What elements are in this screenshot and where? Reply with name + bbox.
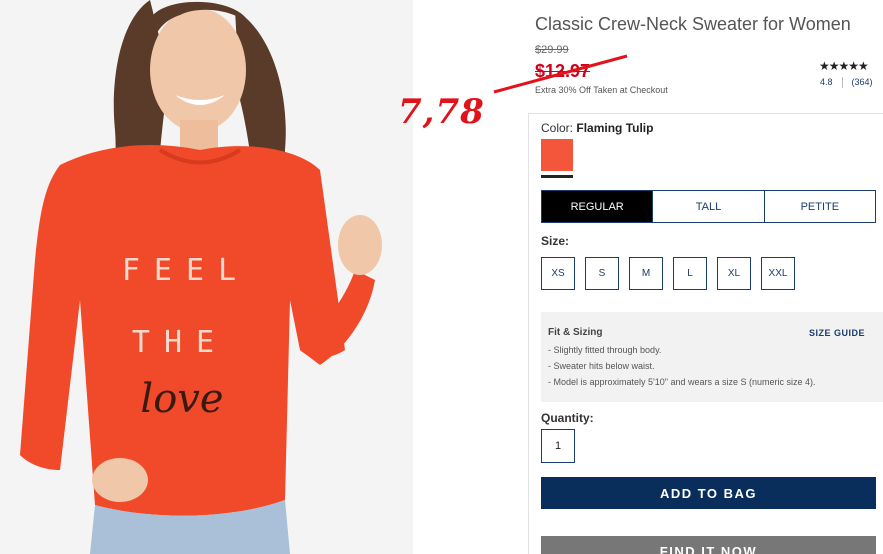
size-guide-link[interactable]: SIZE GUIDE xyxy=(809,328,865,338)
size-options: XS S M L XL XXL xyxy=(541,257,795,290)
size-button-m[interactable]: M xyxy=(629,257,663,290)
annotated-price: 7,78 xyxy=(398,92,485,132)
promo-text: Extra 30% Off Taken at Checkout xyxy=(535,85,668,95)
options-panel-top-border xyxy=(528,113,883,114)
color-value: Flaming Tulip xyxy=(576,121,654,135)
list-item: - Slightly fitted through body. xyxy=(548,345,662,355)
rating-stars-icon[interactable]: ★★★★★ xyxy=(819,59,869,73)
product-photo-illustration: FEEL THE love xyxy=(0,0,413,554)
list-item: - Model is approximately 5'10" and wears… xyxy=(548,377,816,387)
sweater-text-the: THE xyxy=(132,325,228,360)
size-label: Size: xyxy=(541,234,570,248)
fit-sizing-list: - Slightly fitted through body. - Sweate… xyxy=(548,342,883,390)
size-button-xxl[interactable]: XXL xyxy=(761,257,795,290)
list-item: - Sweater hits below waist. xyxy=(548,361,655,371)
tab-regular[interactable]: REGULAR xyxy=(542,191,654,222)
rating-summary[interactable]: 4.8 (364) xyxy=(820,77,873,89)
options-panel-border xyxy=(528,113,529,554)
color-swatch-flaming-tulip[interactable] xyxy=(541,139,573,171)
rating-value: 4.8 xyxy=(820,77,833,87)
product-photo[interactable]: FEEL THE love xyxy=(0,0,413,554)
size-button-xl[interactable]: XL xyxy=(717,257,751,290)
tab-petite[interactable]: PETITE xyxy=(765,191,875,222)
size-button-l[interactable]: L xyxy=(673,257,707,290)
size-button-xs[interactable]: XS xyxy=(541,257,575,290)
review-count-link[interactable]: (364) xyxy=(852,77,873,87)
product-title: Classic Crew-Neck Sweater for Women xyxy=(535,14,851,34)
find-it-now-button[interactable]: FIND IT NOW xyxy=(541,536,876,554)
size-button-s[interactable]: S xyxy=(585,257,619,290)
sweater-text-love: love xyxy=(140,376,223,422)
tab-tall[interactable]: TALL xyxy=(653,191,765,222)
fit-sizing-box: Fit & Sizing SIZE GUIDE - Slightly fitte… xyxy=(541,312,883,402)
quantity-input[interactable]: 1 xyxy=(541,429,575,463)
fit-tabs: REGULAR TALL PETITE xyxy=(541,190,876,223)
color-label: Color: Flaming Tulip xyxy=(541,121,653,135)
add-to-bag-button[interactable]: ADD TO BAG xyxy=(541,477,876,509)
rating-divider xyxy=(841,77,843,89)
selected-swatch-indicator xyxy=(541,175,573,178)
color-label-text: Color: xyxy=(541,121,574,135)
sweater-text-feel: FEEL xyxy=(122,253,250,288)
quantity-label: Quantity: xyxy=(541,411,594,425)
